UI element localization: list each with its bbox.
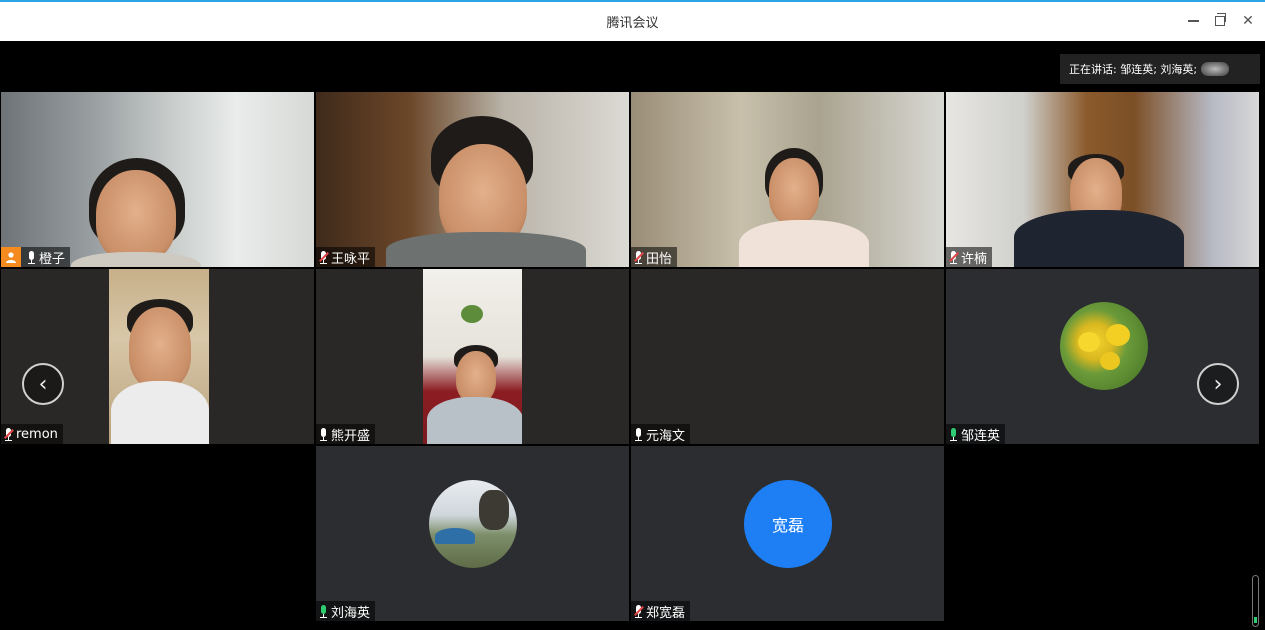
close-icon: ✕ (1242, 13, 1254, 29)
mic-speaking-icon (319, 604, 328, 618)
maximize-button[interactable] (1209, 10, 1231, 32)
close-button[interactable]: ✕ (1237, 10, 1259, 32)
video-tile-2[interactable]: 王咏平 (316, 92, 629, 267)
video-tile-6[interactable]: 熊开盛 (316, 269, 629, 444)
minimize-button[interactable] (1182, 10, 1204, 32)
name-label: 熊开盛 (316, 424, 376, 444)
mic-speaking-icon (949, 427, 958, 441)
avatar: 宽磊 (744, 480, 832, 568)
speaking-label: 正在讲话: 邹连英; 刘海英; (1069, 63, 1198, 76)
window-title: 腾讯会议 (606, 16, 659, 31)
participant-video (96, 170, 176, 262)
participant-name: 元海文 (646, 428, 686, 444)
name-label: 橙子 (1, 247, 71, 267)
video-tile-8[interactable]: 邹连英 (946, 269, 1259, 444)
speaking-indicator: 正在讲话: 邹连英; 刘海英; (1060, 54, 1260, 84)
mic-icon (27, 250, 36, 264)
participant-name: 郑宽磊 (646, 605, 686, 621)
name-label: remon (1, 424, 63, 444)
restore-icon (1215, 13, 1226, 26)
participant-name: 邹连英 (961, 428, 1001, 444)
plant (461, 305, 483, 323)
next-page-button[interactable]: › (1197, 363, 1239, 405)
mic-muted-icon (949, 250, 959, 264)
video-tile-1[interactable]: 橙子 (1, 92, 314, 267)
participant-name: 王咏平 (331, 251, 371, 267)
name-label: 元海文 (631, 424, 691, 444)
video-tile-9[interactable]: 刘海英 (316, 446, 629, 621)
video-tile-4[interactable]: 许楠 (946, 92, 1259, 267)
mic-icon (319, 427, 328, 441)
name-label: 刘海英 (316, 601, 376, 621)
mic-muted-icon (319, 250, 329, 264)
name-label: 郑宽磊 (631, 601, 691, 621)
participant-name: 许楠 (961, 251, 988, 267)
minimize-icon (1187, 20, 1199, 22)
participant-name: 田怡 (646, 251, 673, 267)
video-tile-5[interactable]: remon (1, 269, 314, 444)
chevron-left-icon: ‹ (38, 371, 48, 397)
participant-name: remon (16, 426, 58, 442)
blurred-name (1201, 62, 1230, 76)
video-tile-3[interactable]: 田怡 (631, 92, 944, 267)
name-label: 王咏平 (316, 247, 376, 267)
participant-video (129, 307, 191, 389)
participant-name: 熊开盛 (331, 428, 371, 444)
participant-name: 橙子 (39, 251, 66, 267)
video-tile-10[interactable]: 宽磊 郑宽磊 (631, 446, 944, 621)
name-label: 田怡 (631, 247, 678, 267)
mic-icon (634, 427, 643, 441)
mic-muted-icon (634, 604, 644, 618)
video-tile-7[interactable]: 元海文 (631, 269, 944, 444)
prev-page-button[interactable]: ‹ (22, 363, 64, 405)
name-label: 许楠 (946, 247, 993, 267)
avatar (429, 480, 517, 568)
mic-muted-icon (4, 427, 14, 441)
title-bar: 腾讯会议 ✕ (0, 0, 1265, 41)
participant-name: 刘海英 (331, 605, 371, 621)
audio-level-indicator (1252, 575, 1259, 627)
participant-video (769, 158, 819, 224)
host-icon (1, 247, 21, 267)
chevron-right-icon: › (1213, 371, 1223, 397)
avatar (1060, 302, 1148, 390)
mic-muted-icon (634, 250, 644, 264)
name-label: 邹连英 (946, 424, 1006, 444)
participant-video (456, 351, 496, 403)
